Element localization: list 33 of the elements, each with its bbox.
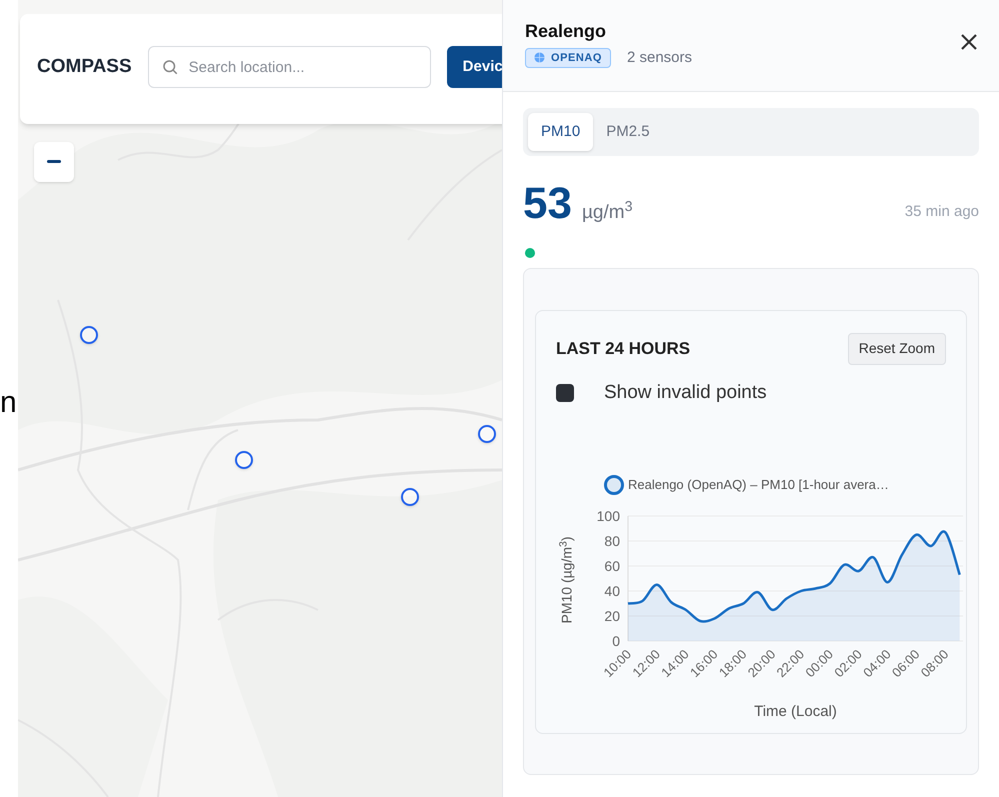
pollutant-tab[interactable]: PM10 bbox=[528, 113, 594, 151]
search-field[interactable]: Search location... bbox=[148, 46, 431, 88]
y-tick-label: 20 bbox=[604, 608, 620, 624]
map-marker-icon[interactable] bbox=[235, 451, 253, 469]
devices-button[interactable]: Devic bbox=[446, 46, 502, 88]
edge-text: n bbox=[0, 388, 18, 418]
y-tick-label: 100 bbox=[596, 508, 620, 524]
pollutant-tab[interactable]: PM2.5 bbox=[593, 113, 663, 151]
y-tick-label: 60 bbox=[604, 558, 620, 574]
y-tick-label: 0 bbox=[612, 633, 620, 649]
zoom-out-button[interactable] bbox=[34, 142, 74, 182]
sensor-count: 2 sensors bbox=[626, 48, 692, 68]
minus-icon bbox=[47, 160, 61, 164]
reading-value: 53 bbox=[523, 182, 572, 226]
station-title: Realengo bbox=[525, 20, 608, 42]
x-axis-title: Time (Local) bbox=[754, 703, 837, 720]
checkbox-label: Show invalid points bbox=[604, 380, 767, 404]
history-title: LAST 24 HOURS bbox=[556, 338, 690, 360]
brand-name: COMPASS bbox=[37, 54, 132, 79]
y-tick-label: 80 bbox=[604, 533, 620, 549]
source-badge: OPENAQ bbox=[525, 48, 611, 68]
y-tick-label: 40 bbox=[604, 583, 620, 599]
map-marker-icon[interactable] bbox=[80, 326, 98, 344]
search-icon bbox=[160, 58, 179, 76]
updated-time: 35 min ago bbox=[904, 202, 979, 222]
close-icon bbox=[959, 32, 979, 52]
reading-unit: µg/m$^{3}$ bbox=[582, 199, 633, 225]
map-marker-icon[interactable] bbox=[478, 425, 496, 443]
reset-zoom-button[interactable]: Reset Zoom bbox=[848, 332, 946, 364]
legend-label: Realengo (OpenAQ) – PM10 [1-hour avera… bbox=[628, 476, 889, 494]
checkbox[interactable] bbox=[556, 384, 574, 402]
legend-marker-icon bbox=[604, 475, 624, 495]
map-marker-icon[interactable] bbox=[401, 488, 419, 506]
